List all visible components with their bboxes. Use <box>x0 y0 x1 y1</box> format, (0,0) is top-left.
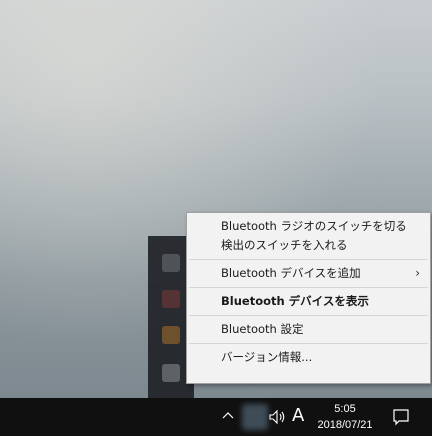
tray-app-icon[interactable] <box>162 364 180 382</box>
menu-item-label: 検出のスイッチを入れる <box>221 238 348 252</box>
menu-item-label: Bluetooth ラジオのスイッチを切る <box>221 219 407 233</box>
chevron-up-icon[interactable] <box>220 408 236 424</box>
speaker-icon[interactable] <box>268 408 288 426</box>
action-center-icon[interactable] <box>392 408 410 426</box>
menu-item-version-info[interactable]: バージョン情報... <box>187 348 430 367</box>
submenu-arrow-icon: › <box>415 266 420 280</box>
taskbar-clock[interactable]: 5:05 2018/07/21 <box>312 401 378 433</box>
tray-app-icon[interactable] <box>162 254 180 272</box>
menu-item-turn-off-bluetooth-radio[interactable]: Bluetooth ラジオのスイッチを切る <box>187 217 430 236</box>
menu-separator <box>189 259 428 260</box>
menu-item-show-bluetooth-devices[interactable]: Bluetooth デバイスを表示 <box>187 292 430 311</box>
menu-item-label: Bluetooth デバイスを表示 <box>221 294 369 308</box>
menu-item-label: バージョン情報... <box>221 350 313 364</box>
menu-item-label: Bluetooth デバイスを追加 <box>221 266 361 280</box>
menu-item-enable-discovery[interactable]: 検出のスイッチを入れる <box>187 236 430 255</box>
menu-separator <box>189 315 428 316</box>
clock-time: 5:05 <box>334 403 356 415</box>
taskbar: A 5:05 2018/07/21 <box>0 398 432 436</box>
ime-mode-indicator[interactable]: A <box>292 404 304 428</box>
menu-item-add-bluetooth-device[interactable]: Bluetooth デバイスを追加 › <box>187 264 430 283</box>
bluetooth-context-menu: Bluetooth ラジオのスイッチを切る 検出のスイッチを入れる Blueto… <box>186 212 431 384</box>
tray-app-icon[interactable] <box>162 326 180 344</box>
menu-item-label: Bluetooth 設定 <box>221 322 304 336</box>
tray-app-icon[interactable] <box>162 290 180 308</box>
clock-date: 2018/07/21 <box>317 419 373 431</box>
bluetooth-tray-icon[interactable] <box>242 404 268 430</box>
menu-separator <box>189 343 428 344</box>
menu-separator <box>189 287 428 288</box>
menu-item-bluetooth-settings[interactable]: Bluetooth 設定 <box>187 320 430 339</box>
